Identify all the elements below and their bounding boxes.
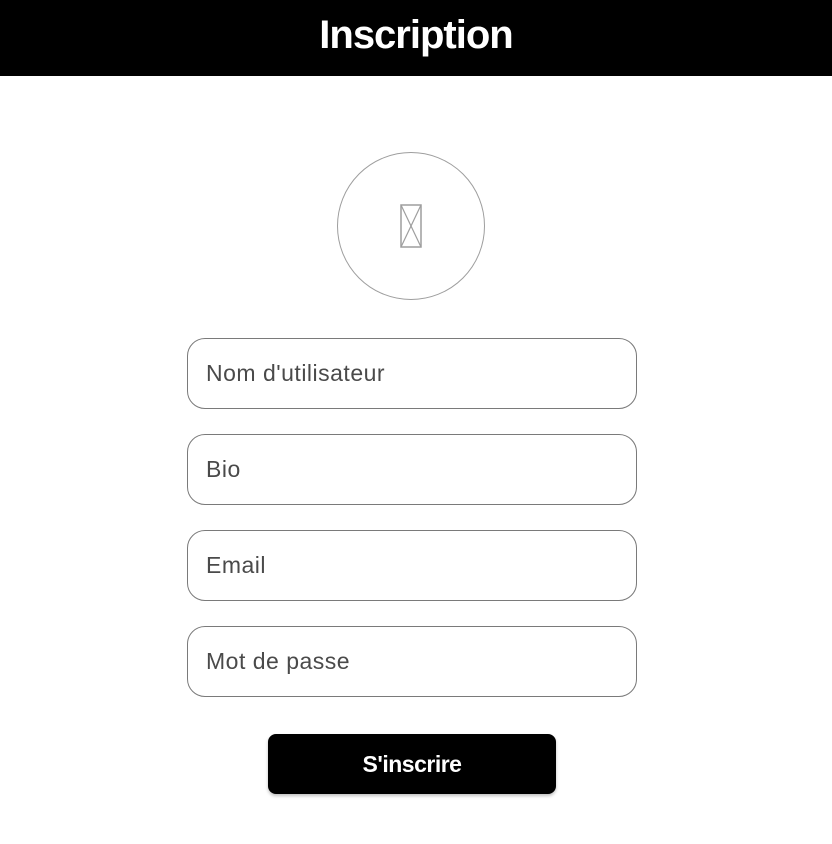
signup-button[interactable]: S'inscrire [268,734,556,794]
email-input[interactable] [206,552,636,579]
bio-input[interactable] [206,456,636,483]
username-input[interactable] [206,360,636,387]
broken-image-icon [400,204,422,248]
password-field-container [187,626,637,697]
password-input[interactable] [206,648,636,675]
page-title: Inscription [319,12,513,57]
email-field-container [187,530,637,601]
app-bar: Inscription [0,0,832,76]
username-field-container [187,338,637,409]
bio-field-container [187,434,637,505]
avatar-picker[interactable] [337,152,485,300]
